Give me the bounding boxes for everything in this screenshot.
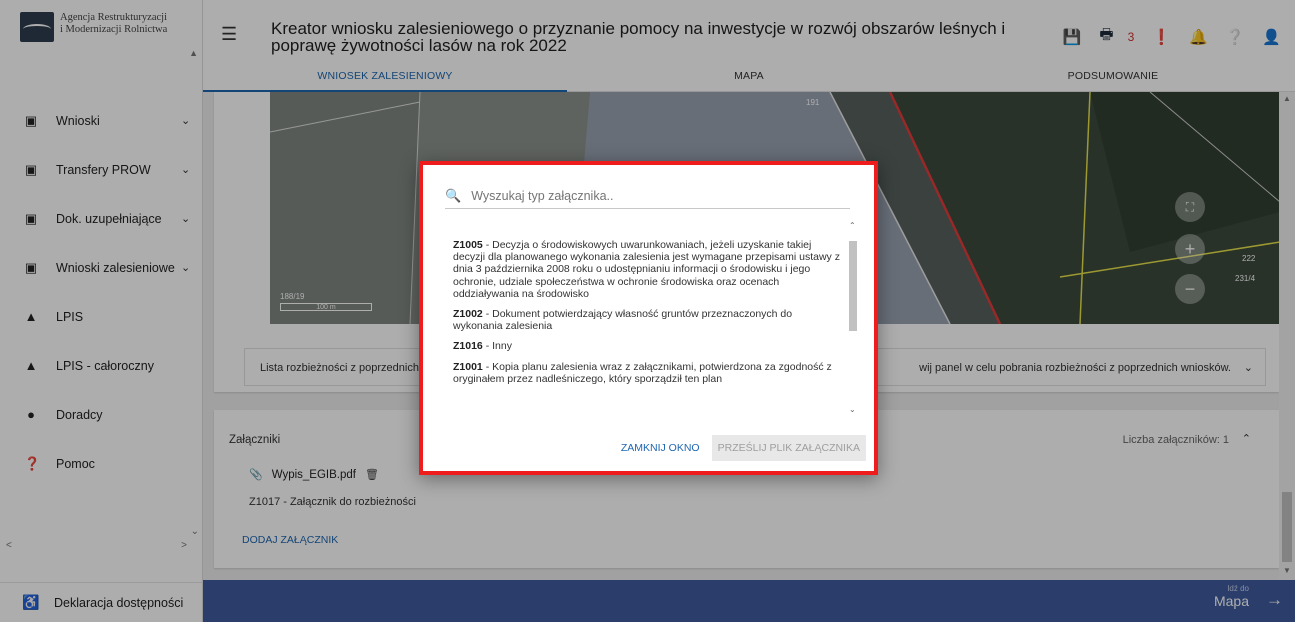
close-dialog-button[interactable]: ZAMKNIJ OKNO	[613, 436, 708, 460]
dialog-scrollbar[interactable]: ⌃ ⌄	[847, 221, 859, 417]
send-attachment-button[interactable]: PRZEŚLIJ PLIK ZAŁĄCZNIKA	[711, 435, 866, 461]
list-item[interactable]: Z1005 - Decyzja o środowiskowych uwarunk…	[453, 239, 843, 300]
attachment-text: - Dokument potwierdzający własność grunt…	[453, 308, 793, 333]
attachment-code: Z1001	[453, 360, 483, 373]
attachment-type-list: Z1005 - Decyzja o środowiskowych uwarunk…	[453, 239, 843, 417]
attachment-code: Z1005	[453, 239, 483, 251]
scrollbar-thumb[interactable]	[849, 241, 857, 331]
attachment-text: - Inny	[482, 340, 512, 353]
attachment-search-input[interactable]	[471, 188, 850, 203]
list-item[interactable]: Z1001 - Kopia planu zalesienia wraz z za…	[453, 361, 843, 385]
scroll-up-icon[interactable]: ⌃	[849, 221, 856, 230]
attachment-code: Z1002	[453, 308, 483, 321]
list-item[interactable]: Z1016 - Inny	[453, 340, 843, 352]
attachment-code: Z1016	[453, 340, 483, 353]
search-icon: 🔍	[445, 187, 462, 203]
attachment-search: 🔍	[445, 183, 850, 209]
scroll-down-icon[interactable]: ⌄	[849, 405, 856, 414]
attachment-text: - Kopia planu zalesienia wraz z załączni…	[453, 360, 832, 385]
list-item[interactable]: Z1002 - Dokument potwierdzający własność…	[453, 308, 843, 332]
dialog-actions: ZAMKNIJ OKNO PRZEŚLIJ PLIK ZAŁĄCZNIKA	[613, 435, 866, 461]
attachment-type-dialog: 🔍 Z1005 - Decyzja o środowiskowych uwaru…	[419, 161, 878, 475]
attachment-text: - Decyzja o środowiskowych uwarunkowania…	[453, 239, 840, 300]
